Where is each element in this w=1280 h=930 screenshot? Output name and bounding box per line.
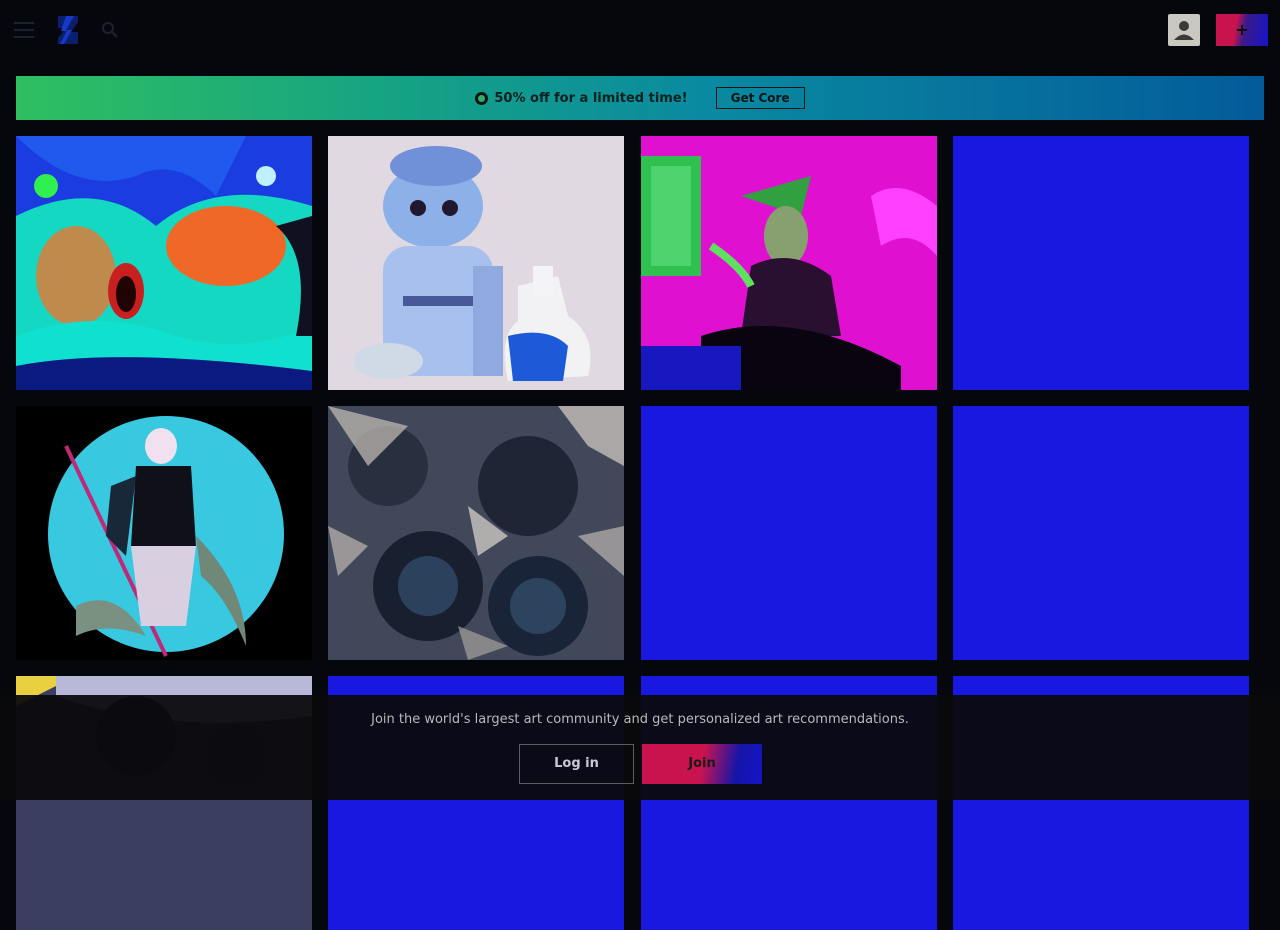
submit-deviation-button[interactable]: + bbox=[1216, 14, 1268, 46]
join-prompt-text: Join the world's largest art community a… bbox=[371, 712, 909, 727]
artwork-tile-loading-placeholder[interactable] bbox=[641, 406, 937, 660]
artwork-tile-cat-figurine[interactable] bbox=[328, 136, 624, 390]
artwork-tile-magenta-figure[interactable] bbox=[641, 136, 937, 390]
join-button[interactable]: Join bbox=[642, 744, 762, 784]
get-core-button[interactable]: Get Core bbox=[715, 87, 805, 109]
artwork-tile-forest-cave[interactable] bbox=[16, 136, 312, 390]
top-navigation-bar: + bbox=[0, 0, 1280, 60]
search-icon[interactable] bbox=[100, 20, 120, 40]
deviantart-logo-icon[interactable] bbox=[56, 14, 80, 46]
promo-banner: 50% off for a limited time! Get Core bbox=[16, 76, 1264, 120]
user-avatar-icon[interactable] bbox=[1168, 14, 1200, 46]
promo-text: 50% off for a limited time! bbox=[494, 90, 688, 106]
join-prompt-panel: Join the world's largest art community a… bbox=[0, 695, 1280, 800]
circle-badge-icon bbox=[475, 91, 489, 105]
artwork-tile-warrior-moon[interactable] bbox=[16, 406, 312, 660]
artwork-tile-loading-placeholder[interactable] bbox=[953, 136, 1249, 390]
artwork-tile-abstract-flowers[interactable] bbox=[328, 406, 624, 660]
artwork-tile-loading-placeholder[interactable] bbox=[953, 406, 1249, 660]
log-in-button[interactable]: Log in bbox=[519, 744, 634, 784]
promo-message: 50% off for a limited time! bbox=[475, 90, 688, 106]
hamburger-menu-icon[interactable] bbox=[14, 22, 34, 38]
